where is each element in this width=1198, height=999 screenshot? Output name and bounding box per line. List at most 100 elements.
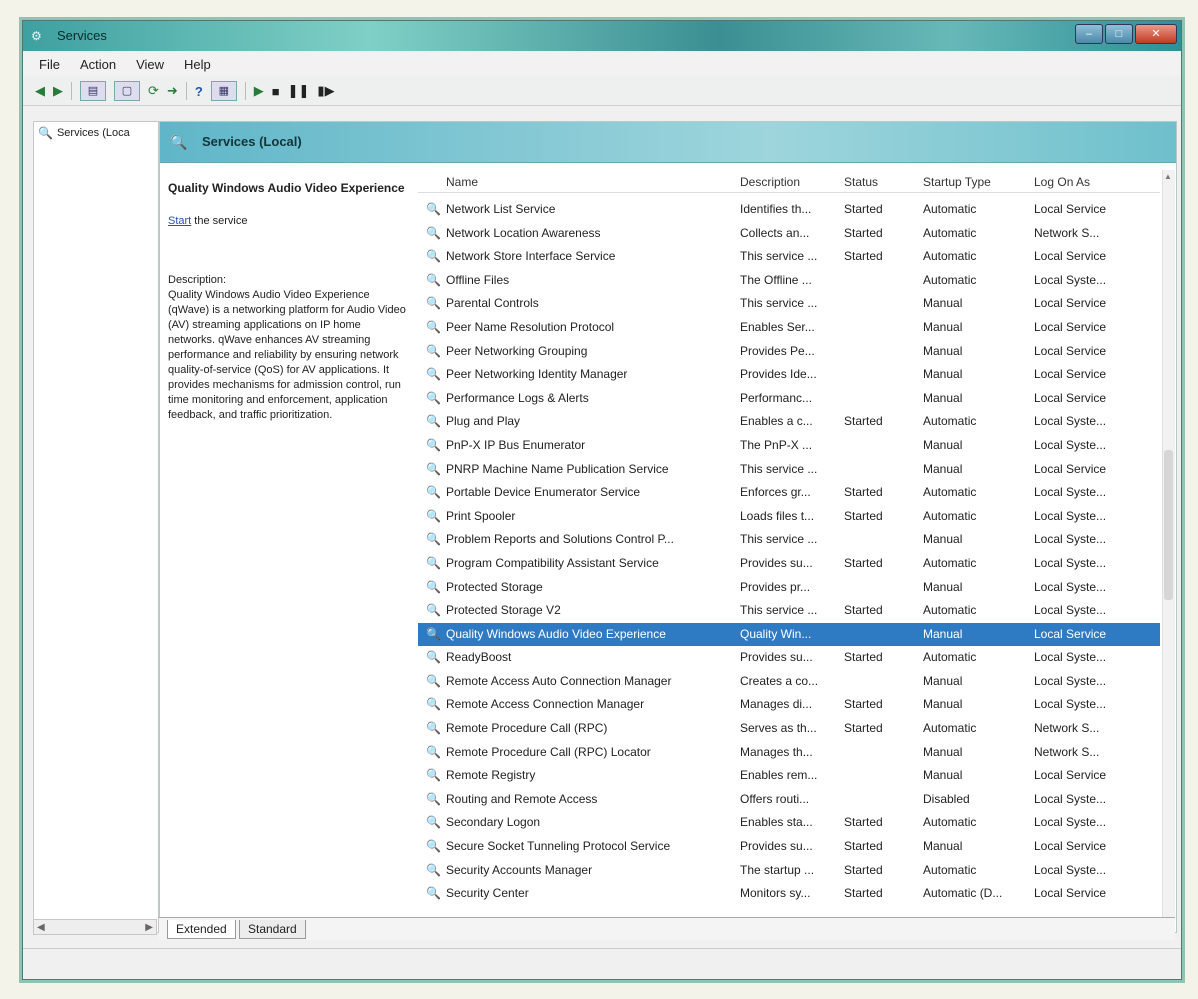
service-logon-cell: Local Syste... — [1034, 437, 1107, 452]
services-header-icon: 🔍 — [170, 134, 188, 150]
service-name-cell: Print Spooler — [446, 508, 516, 523]
table-row[interactable]: 🔍 Print Spooler Loads files t... Started Aut… — [418, 505, 1160, 529]
service-icon: 🔍 — [426, 650, 441, 665]
service-startup-cell: Manual — [923, 579, 963, 594]
table-row[interactable]: 🔍 PNRP Machine Name Publication Service Th… — [418, 458, 1160, 482]
table-row[interactable]: 🔍 Offline Files The Offline ... Automatic Lo… — [418, 269, 1160, 293]
menu-help[interactable]: Help — [184, 57, 211, 72]
service-startup-cell: Manual — [923, 461, 963, 476]
show-hide-console-tree-icon[interactable]: ▤ — [80, 81, 106, 101]
menu-action[interactable]: Action — [80, 57, 116, 72]
service-icon: 🔍 — [426, 202, 441, 216]
tree-horizontal-scrollbar[interactable]: ◀ ▶ — [33, 919, 157, 935]
table-row[interactable]: 🔍 Peer Networking Grouping Provides Pe... M… — [418, 340, 1160, 364]
service-icon: 🔍 — [426, 839, 441, 854]
back-arrow-icon[interactable]: ◀ — [35, 83, 45, 99]
tab-standard[interactable]: Standard — [239, 920, 306, 939]
service-logon-cell: Local Service — [1034, 390, 1107, 405]
tree-item-label: Services (Loca — [56, 127, 130, 139]
table-row[interactable]: 🔍 Network Store Interface Service This ser… — [418, 245, 1160, 269]
table-row[interactable]: 🔍 Plug and Play Enables a c... Started Autom… — [418, 410, 1160, 434]
maximize-button[interactable]: □ — [1105, 24, 1133, 44]
stop-service-icon[interactable]: ■ — [272, 84, 280, 99]
table-row[interactable]: 🔍 ReadyBoost Provides su... Started Automati… — [418, 646, 1160, 670]
service-description-cell: Provides su... — [740, 555, 813, 570]
table-row[interactable]: 🔍 Network List Service Identifies th... Sta… — [418, 198, 1160, 222]
menu-file[interactable]: File — [39, 57, 60, 72]
service-description-cell: This service ... — [740, 461, 818, 476]
table-row[interactable]: 🔍 Protected Storage Provides pr... Manual Lo… — [418, 576, 1160, 600]
column-header-status[interactable]: Status — [844, 175, 878, 189]
service-description-cell: Enables sta... — [740, 815, 813, 830]
forward-arrow-icon[interactable]: ▶ — [53, 83, 63, 99]
table-row[interactable]: 🔍 Remote Registry Enables rem... Manual Loca… — [418, 764, 1160, 788]
close-button[interactable]: ✕ — [1135, 24, 1177, 44]
service-description-cell: Provides Pe... — [740, 343, 815, 358]
table-row[interactable]: 🔍 Routing and Remote Access Offers routi..… — [418, 788, 1160, 812]
table-row[interactable]: 🔍 Security Accounts Manager The startup ..… — [418, 859, 1160, 883]
scroll-left-icon[interactable]: ◀ — [37, 922, 45, 933]
table-row[interactable]: 🔍 Portable Device Enumerator Service Enfor… — [418, 481, 1160, 505]
start-service-link[interactable]: Start — [168, 215, 191, 227]
service-description-cell: This service ... — [740, 603, 818, 618]
service-icon: 🔍 — [426, 461, 441, 476]
list-vertical-scrollbar[interactable]: ▲ ▼ — [1162, 170, 1175, 926]
properties-icon[interactable]: ▢ — [114, 81, 140, 101]
tree-item-services-local[interactable]: 🔍 Services (Loca — [38, 126, 154, 140]
table-row[interactable]: 🔍 Protected Storage V2 This service ... Sta… — [418, 599, 1160, 623]
title-bar[interactable]: ⚙ Services – □ ✕ — [23, 21, 1181, 51]
export-list-icon[interactable]: ➜ — [167, 83, 178, 99]
table-row[interactable]: 🔍 Remote Procedure Call (RPC) Locator Mana… — [418, 741, 1160, 765]
table-row[interactable]: 🔍 Network Location Awareness Collects an..… — [418, 222, 1160, 246]
table-row[interactable]: 🔍 Quality Windows Audio Video Experience Q… — [418, 622, 1160, 647]
scroll-up-icon[interactable]: ▲ — [1164, 172, 1172, 181]
table-row[interactable]: 🔍 PnP-X IP Bus Enumerator The PnP-X ... Man… — [418, 434, 1160, 458]
service-startup-cell: Manual — [923, 839, 963, 854]
pause-service-icon[interactable]: ❚❚ — [288, 83, 310, 99]
table-row[interactable]: 🔍 Remote Procedure Call (RPC) Serves as th… — [418, 717, 1160, 741]
start-service-icon[interactable]: ▶ — [254, 83, 264, 99]
service-startup-cell: Manual — [923, 390, 963, 405]
toolbar-separator — [71, 82, 72, 100]
scroll-right-icon[interactable]: ▶ — [145, 922, 153, 933]
table-row[interactable]: 🔍 Peer Name Resolution Protocol Enables Se… — [418, 316, 1160, 340]
toolbar: ◀ ▶ ▤ ▢ ⟳ ➜ ? ▦ ▶ ■ ❚❚ ▮▶ — [23, 77, 1181, 106]
refresh-icon[interactable]: ⟳ — [148, 83, 159, 99]
table-row[interactable]: 🔍 Security Center Monitors sy... Started Aut… — [418, 882, 1160, 906]
service-name-cell: Remote Procedure Call (RPC) — [446, 721, 608, 736]
service-description-cell: Monitors sy... — [740, 886, 811, 901]
list-header: Name Description Status Startup Type Log… — [418, 170, 1160, 193]
service-logon-cell: Local Service — [1034, 249, 1107, 264]
view-icon[interactable]: ▦ — [210, 81, 237, 101]
pane-title: Services (Local) — [202, 134, 302, 149]
service-startup-cell: Manual — [923, 343, 963, 358]
help-icon[interactable]: ? — [195, 84, 203, 99]
scroll-thumb[interactable] — [1164, 450, 1173, 600]
service-startup-cell: Automatic — [923, 650, 977, 665]
menu-view[interactable]: View — [136, 57, 164, 72]
column-header-name[interactable]: Name — [446, 175, 478, 189]
column-header-description[interactable]: Description — [740, 175, 800, 189]
column-header-startup-type[interactable]: Startup Type — [923, 175, 991, 189]
table-row[interactable]: 🔍 Parental Controls This service ... Manual… — [418, 292, 1160, 316]
table-row[interactable]: 🔍 Secure Socket Tunneling Protocol Servic… — [418, 835, 1160, 859]
service-name-cell: Routing and Remote Access — [446, 791, 598, 806]
column-header-log-on-as[interactable]: Log On As — [1034, 175, 1090, 189]
table-row[interactable]: 🔍 Remote Access Auto Connection Manager Cr… — [418, 670, 1160, 694]
table-row[interactable]: 🔍 Problem Reports and Solutions Control P… — [418, 528, 1160, 552]
services-list: Name Description Status Startup Type Log… — [418, 170, 1160, 926]
service-name-cell: Quality Windows Audio Video Experience — [446, 626, 666, 641]
minimize-button[interactable]: – — [1075, 24, 1103, 44]
table-row[interactable]: 🔍 Secondary Logon Enables sta... Started Aut… — [418, 811, 1160, 835]
table-row[interactable]: 🔍 Peer Networking Identity Manager Provide… — [418, 363, 1160, 387]
table-row[interactable]: 🔍 Performance Logs & Alerts Performanc... M… — [418, 387, 1160, 411]
view-tabs: Extended Standard — [159, 917, 1175, 940]
services-rows: 🔍 Network List Service Identifies th... Sta… — [418, 198, 1160, 906]
service-name-cell: Network Store Interface Service — [446, 249, 616, 264]
table-row[interactable]: 🔍 Remote Access Connection Manager Manages… — [418, 693, 1160, 717]
table-row[interactable]: 🔍 Program Compatibility Assistant Service… — [418, 552, 1160, 576]
service-name-cell: Peer Networking Grouping — [446, 343, 588, 358]
tab-extended[interactable]: Extended — [167, 920, 236, 939]
restart-service-icon[interactable]: ▮▶ — [317, 83, 334, 99]
service-logon-cell: Local Service — [1034, 202, 1107, 216]
